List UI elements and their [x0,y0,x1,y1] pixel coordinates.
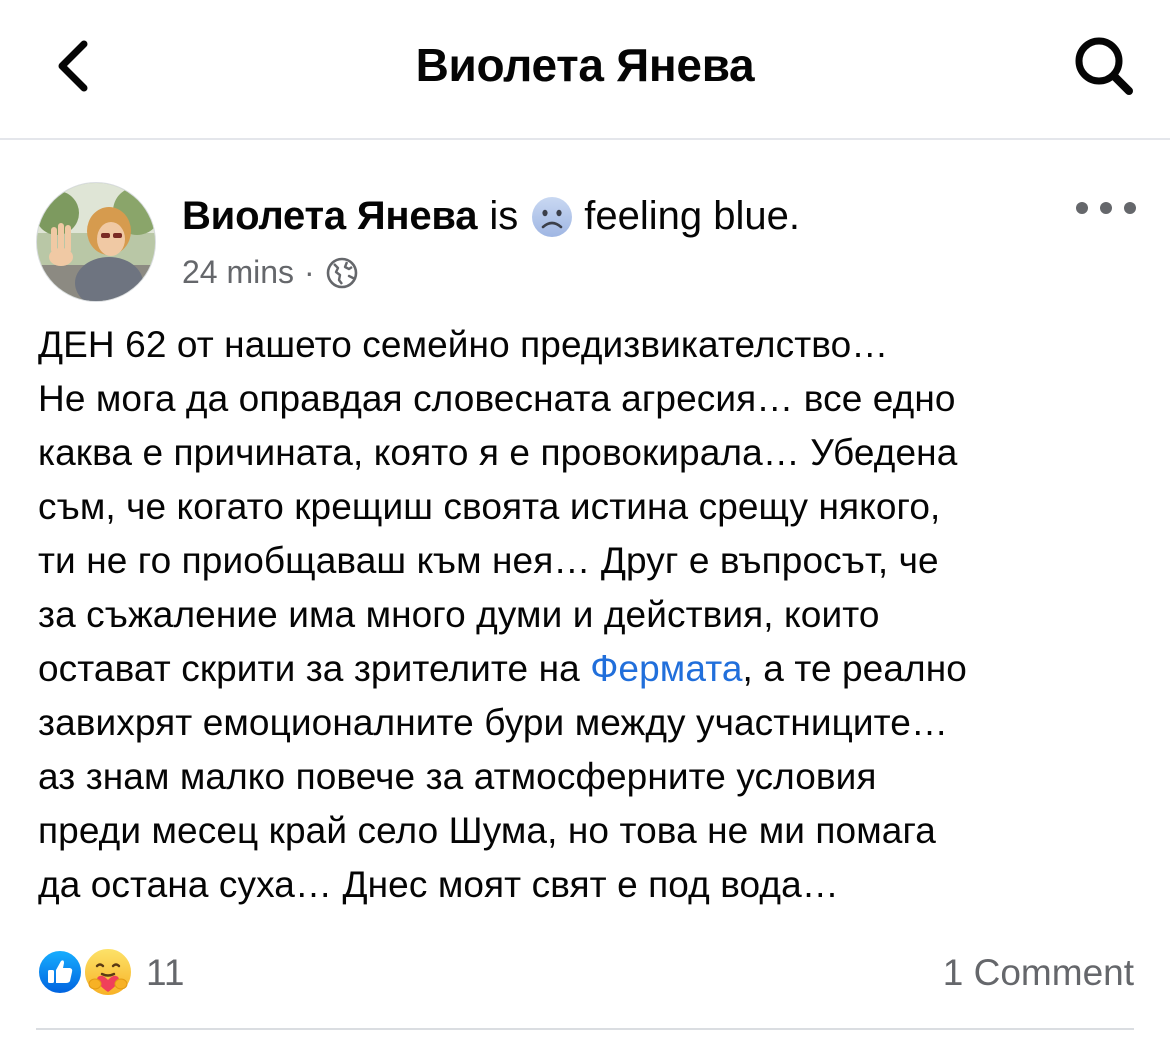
post-text-line: да остана суха… Днес моят свят е под вод… [38,864,839,905]
post-text-line: ДЕН 62 от нашето семейно предизвикателст… [38,324,889,365]
post-body-text: ДЕН 62 от нашето семейно предизвикателст… [38,318,1148,912]
avatar[interactable] [36,182,156,302]
reaction-count[interactable]: 11 [146,952,184,994]
comment-count-link[interactable]: 1 Comment [943,952,1134,994]
divider [36,1028,1134,1030]
care-reaction-icon [83,947,133,997]
search-icon [1075,37,1133,95]
post-text-segment: , а те реално [742,648,967,689]
post-timestamp[interactable]: 24 mins [182,254,294,291]
post-text-line: ти не го приобщаваш към нея… Друг е въпр… [38,540,939,581]
post-header: Виолета Янева is feeling blue. 24 mins · [36,178,1136,302]
meta-separator: · [304,254,315,290]
page-title: Виолета Янева [415,39,755,91]
post-text-line: остават скрити за зрителите на Фермата, … [38,642,1148,696]
sad-face-emoji [532,196,573,237]
reactions-bar: 11 1 Comment [36,942,1134,1002]
like-reaction-icon [37,949,83,995]
more-horizontal-icon [1076,202,1088,214]
globe-icon[interactable] [325,256,359,290]
post-text-line: Не мога да оправдая словесната агресия… … [38,378,956,419]
post-text-line: каква е причината, която я е провокирала… [38,432,958,473]
post-text-segment: остават скрити за зрителите на [38,648,591,689]
post-text-line: за съжаление има много думи и действия, … [38,594,880,635]
post-text-line: съм, че когато крещиш своята истина срещ… [38,486,941,527]
reaction-icons[interactable] [36,947,136,998]
post-meta: 24 mins · [182,254,359,291]
more-dot [1100,202,1112,214]
is-text: is [489,194,519,238]
post-author-line: Виолета Янева is feeling blue. [182,194,800,239]
feeling-text[interactable]: feeling blue. [584,194,800,239]
post-text-line: завихрят емоционалните бури между участн… [38,702,949,743]
page-link-fermata[interactable]: Фермата [590,648,742,689]
search-button[interactable] [1068,30,1140,102]
profile-photo [37,183,155,301]
more-dot [1124,202,1136,214]
more-options-button[interactable] [1076,196,1136,220]
top-navigation-bar: Виолета Янева [0,0,1170,140]
post-text-line: преди месец край село Шума, но това не м… [38,810,936,851]
author-name[interactable]: Виолета Янева [182,194,478,239]
post-text-line: аз знам малко повече за атмосферните усл… [38,756,877,797]
